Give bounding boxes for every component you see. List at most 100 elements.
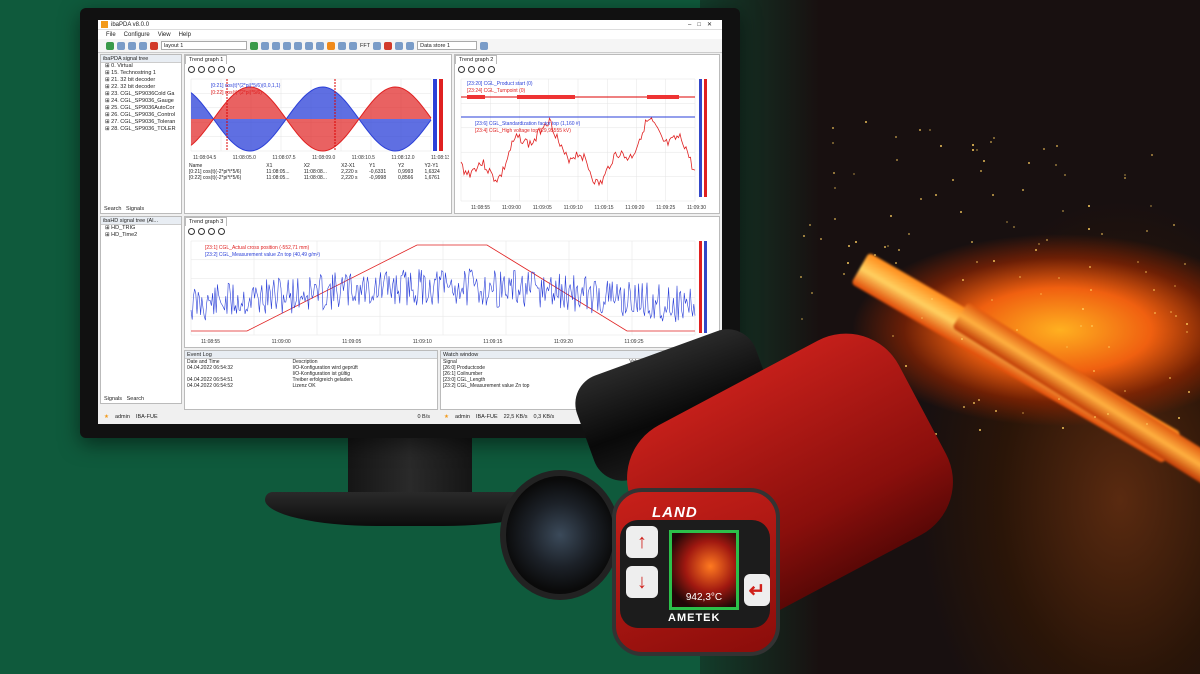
tree-item[interactable]: ⊞ 28. CGL_SP9036_TOLER [101, 126, 181, 133]
spark [1174, 284, 1177, 287]
monitor-icon[interactable] [338, 41, 346, 50]
spark [992, 136, 995, 139]
enter-button[interactable]: ↵ [744, 574, 770, 606]
play-icon[interactable] [188, 228, 195, 235]
layout-select[interactable]: layout 1 [161, 41, 247, 50]
menu-view[interactable]: View [158, 32, 171, 38]
tree-item[interactable]: ⊞ 22. 32 bit decoder [101, 84, 181, 91]
cursor-icon[interactable] [488, 66, 495, 73]
tree-item[interactable]: ⊞ 15. Technostring 1 [101, 70, 181, 77]
spark [883, 245, 886, 248]
gear-icon[interactable] [139, 41, 147, 50]
maker-logo: AMETEK [668, 612, 721, 624]
menu-file[interactable]: File [106, 32, 116, 38]
status-user: admin [114, 413, 130, 420]
x-tick-label: 11:08:04.5 [193, 155, 216, 161]
ring-icon[interactable] [373, 41, 382, 50]
play-icon[interactable] [250, 41, 258, 50]
zoom-icon[interactable] [208, 228, 215, 235]
legend-entry: [23:24] CGL_Turnpoint (0) [467, 88, 526, 94]
tree-item[interactable]: ⊞ 26. CGL_SP9036_Control [101, 112, 181, 119]
up-arrow-button[interactable]: ↑ [626, 526, 658, 558]
y-axis-bar [433, 79, 437, 151]
tree-item[interactable]: ⊞ 0. Virtual [101, 63, 181, 70]
x-tick-label: 11:08:55 [201, 339, 220, 345]
signal-icon[interactable] [128, 41, 136, 50]
table-cell: 1,6761 [424, 175, 440, 181]
spark [1018, 275, 1021, 278]
chart-icon[interactable] [283, 41, 291, 50]
tab-trend-graph-2[interactable]: Trend graph 2 [455, 55, 498, 64]
spark [842, 272, 845, 275]
cursor-icon[interactable] [218, 228, 225, 235]
table-icon[interactable] [305, 41, 313, 50]
trend-graph-2: Trend graph 2 [23:20] CGL_Product start … [454, 54, 720, 214]
table-cell: 0,8566 [397, 175, 414, 181]
play-icon[interactable] [458, 66, 465, 73]
down-arrow-button[interactable]: ↓ [626, 566, 658, 598]
tab-search[interactable]: Search [104, 206, 121, 212]
menu-help[interactable]: Help [179, 32, 191, 38]
tree-item[interactable]: ⊞ HD_Time2 [101, 232, 181, 239]
tab-signals[interactable]: Signals [126, 206, 144, 212]
camera-icon[interactable] [349, 41, 357, 50]
tab-signals[interactable]: Signals [104, 396, 122, 402]
fft-button[interactable]: FFT [360, 43, 370, 49]
wave-icon[interactable] [384, 41, 393, 50]
trend-plot-3[interactable]: [23:1] CGL_Actual cross position (-552,7… [187, 239, 717, 345]
spark [972, 148, 975, 151]
legend-entry: [23:6] CGL_Standardization factor top (1… [475, 121, 581, 127]
x-tick-label: 11:08:05.0 [233, 155, 256, 161]
trend-plot-1[interactable]: [0:21] cos(t)*(2*pi)*5/6)(0,0,1,1)[0:22]… [187, 77, 449, 161]
menu-configure[interactable]: Configure [124, 32, 150, 38]
cursor-row[interactable]: [0:22] cos(t)(-2*pi*t*5/6) 11:08:05... 11:… [187, 175, 449, 181]
tab-search[interactable]: Search [127, 396, 144, 402]
list-icon[interactable] [316, 41, 324, 50]
signal-tree-title: ibaPDA signal tree [101, 55, 181, 63]
tree-item[interactable]: ⊞ 23. CGL_SP9036Cold Ga [101, 91, 181, 98]
window-controls[interactable]: –□✕ [688, 21, 722, 28]
hd-tree-tabs: Signals Search [101, 395, 147, 403]
tree-item[interactable]: ⊞ 21. 32 bit decoder [101, 77, 181, 84]
tree-item[interactable]: ⊞ 25. CGL_SP9036AutoCor [101, 105, 181, 112]
spark [1022, 188, 1025, 191]
zoom-icon[interactable] [208, 66, 215, 73]
play-icon[interactable] [188, 66, 195, 73]
pause-icon[interactable] [198, 228, 205, 235]
tree-item[interactable]: ⊞ HD_TRIG [101, 225, 181, 232]
legend-entry: [23:2] CGL_Measurement value Zn top (40,… [205, 252, 320, 258]
trend-plot-2[interactable]: [23:20] CGL_Product start (0)[23:24] CGL… [457, 77, 717, 211]
start-icon[interactable] [106, 41, 114, 50]
bar-chart-icon[interactable] [406, 41, 415, 50]
tree-item[interactable]: ⊞ 24. CGL_SP9036_Gauge [101, 98, 181, 105]
cursor-icon[interactable] [218, 66, 225, 73]
spark [831, 126, 834, 129]
stop-icon[interactable] [150, 41, 158, 50]
settings-icon[interactable] [480, 41, 489, 50]
spectrum-icon[interactable] [395, 41, 404, 50]
record-icon[interactable] [272, 41, 280, 50]
pause-icon[interactable] [468, 66, 475, 73]
pause-icon[interactable] [261, 41, 269, 50]
tab-trend-graph-3[interactable]: Trend graph 3 [185, 217, 228, 226]
spark [920, 316, 923, 319]
tree-item[interactable]: ⊞ 27. CGL_SP9036_Toleran [101, 119, 181, 126]
export-icon[interactable] [228, 66, 235, 73]
x-tick-label: 11:09:00 [272, 339, 291, 345]
legend-entry: [23:1] CGL_Actual cross position (-552,7… [205, 245, 310, 251]
grid-icon[interactable] [294, 41, 302, 50]
spark [960, 337, 963, 340]
export-icon[interactable] [327, 41, 335, 50]
zoom-icon[interactable] [478, 66, 485, 73]
pause-icon[interactable] [198, 66, 205, 73]
spark [940, 144, 943, 147]
spark [800, 275, 803, 278]
toolbar: layout 1 FFT Data store 1 [98, 39, 722, 53]
tab-trend-graph-1[interactable]: Trend graph 1 [185, 55, 228, 64]
datastore-select[interactable]: Data store 1 [417, 41, 478, 50]
event-row[interactable]: 04.04.2022 06:54:52 Lizenz OK [185, 383, 437, 389]
brand-logo: LAND [652, 504, 698, 521]
spark [1057, 398, 1060, 401]
config-icon[interactable] [117, 41, 125, 50]
status-rate: 0,3 KB/s [533, 413, 555, 420]
